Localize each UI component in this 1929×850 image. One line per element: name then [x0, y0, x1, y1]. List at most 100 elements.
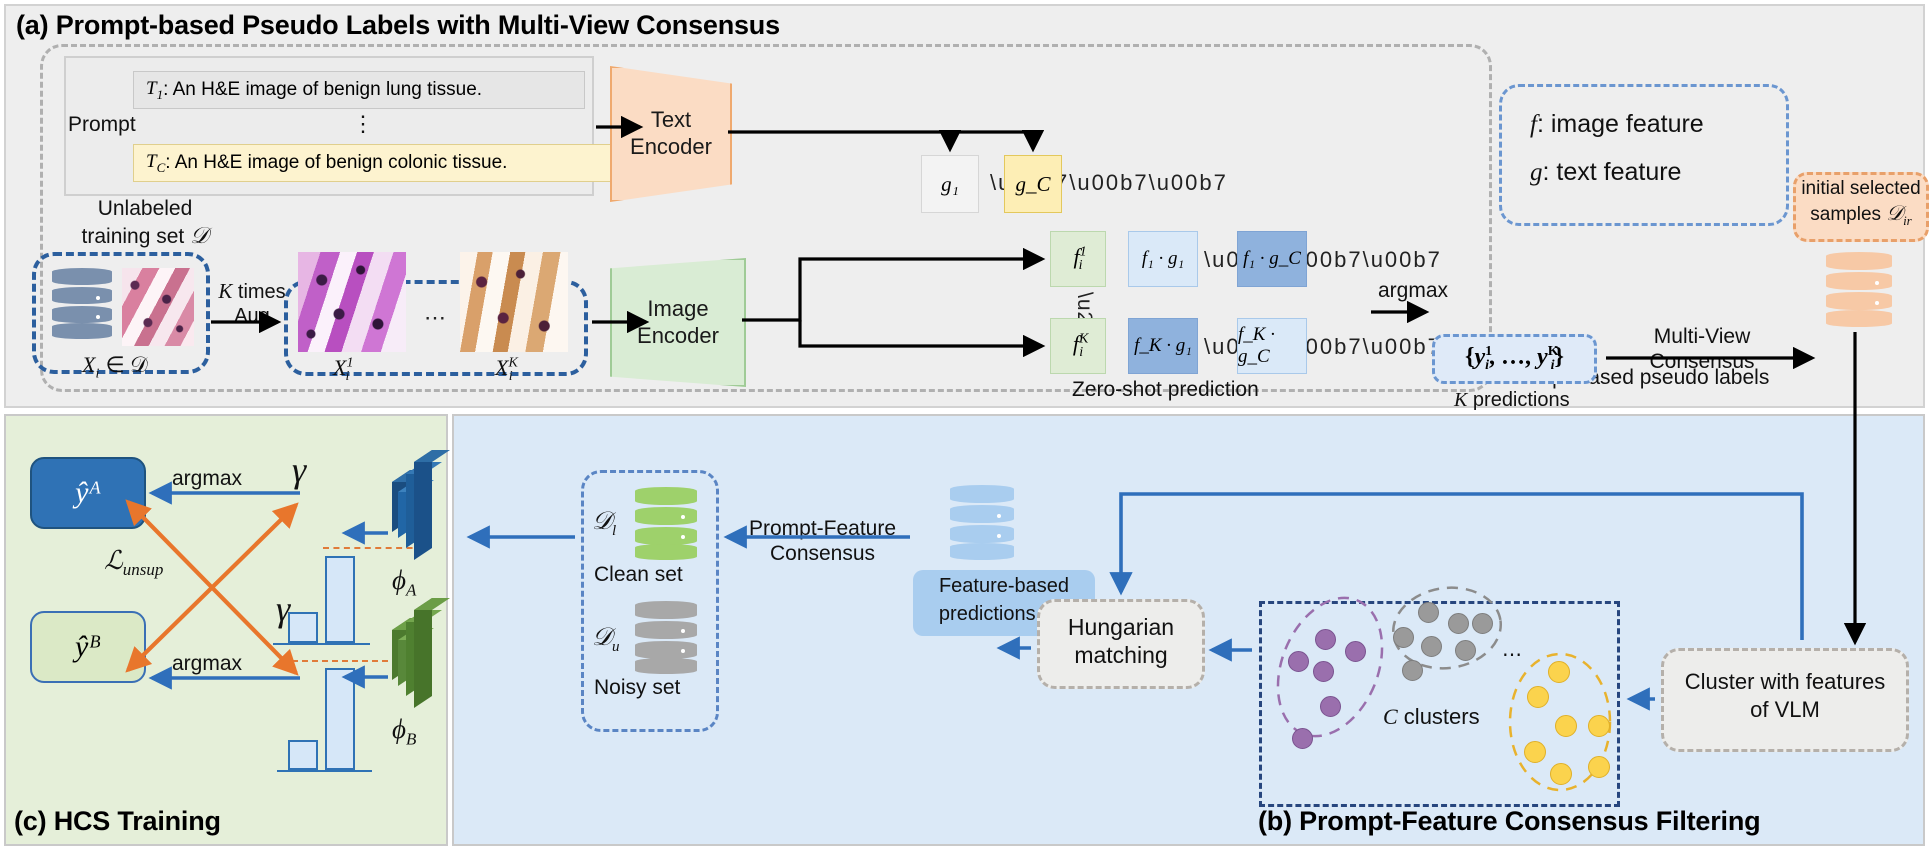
gamma-top-label: γ — [292, 450, 307, 490]
aug-label-line2: Aug — [234, 305, 270, 328]
prompt-label: Prompt — [68, 113, 136, 136]
figure-root: (a) Prompt-based Pseudo Labels with Mult… — [0, 0, 1929, 850]
sim-cell-1-1: f₁ · g₁ — [1128, 231, 1198, 287]
unlabeled-line1: Unlabeled — [97, 197, 193, 220]
noisy-symbol-char: 𝒟 — [592, 624, 612, 651]
panel-b-title: (b) Prompt-Feature Consensus Filtering — [1258, 806, 1761, 836]
prediction-yA-box[interactable]: ŷᴬ — [30, 457, 146, 529]
aug-caption-1: X1i — [333, 355, 353, 385]
legend-f-symbol: f — [1530, 111, 1537, 138]
prompt-row-c-symbol: TC — [146, 150, 166, 175]
consensus-line2: Consensus — [769, 542, 876, 566]
cluster-dot-yellow-3 — [1555, 715, 1577, 737]
prompt-row-1-symbol: T1 — [146, 77, 164, 102]
hungarian-line1: Hungarian — [1067, 614, 1175, 640]
dataset-caption-x: X — [82, 352, 96, 377]
feature-pred-line1: Feature-based — [938, 575, 1070, 597]
multiview-consensus-label: Multi-View Consensus — [1632, 325, 1772, 375]
loss-unsup-label: ℒunsup — [104, 546, 164, 580]
cluster-dot-gray-4 — [1393, 627, 1414, 648]
panel-c-title: (c) HCS Training — [14, 806, 221, 836]
aug-caption-k-sub: i — [508, 369, 513, 385]
prompt-row-1[interactable]: T1: An H&E image of benign lung tissue. — [133, 71, 585, 109]
unlabeled-symbol: 𝒟 — [190, 223, 209, 249]
initial-selected-label: initial selected samples 𝒟ir — [1793, 178, 1929, 228]
cluster-dot-purple-4 — [1288, 651, 1309, 672]
bar-B-class2 — [325, 668, 355, 770]
clean-symbol-sub: l — [611, 523, 617, 539]
prompt-feature-consensus-label: Prompt-Feature Consensus — [735, 516, 910, 566]
cluster-dot-purple-5 — [1320, 696, 1341, 717]
unlabeled-line2: training set — [81, 225, 185, 249]
cluster-dot-gray-5 — [1421, 636, 1442, 657]
cluster-dot-purple-1 — [1315, 629, 1336, 650]
legend-f-row: f: image feature — [1530, 110, 1704, 139]
clean-set-label: Clean set — [594, 563, 683, 586]
prompt-row-1-text: : An H&E image of benign lung tissue. — [163, 79, 483, 100]
image-encoder: Image Encoder — [610, 258, 746, 387]
clusters-dots: ⋯ — [1502, 644, 1522, 666]
histology-image-original — [122, 268, 194, 346]
prediction-yB-label: ŷᴮ — [75, 630, 101, 663]
clean-set-symbol: 𝒟l — [592, 508, 616, 540]
cluster-dot-gray-2 — [1448, 613, 1469, 634]
phi-B-label: ϕB — [392, 714, 417, 749]
cluster-vlm-label: Cluster with features of VLM — [1661, 668, 1909, 723]
prompt-row-c[interactable]: TC: An H&E image of benign colonic tissu… — [133, 144, 615, 182]
dataset-caption-in: ∈ 𝒟 — [105, 352, 148, 377]
consensus-line1: Prompt-Feature — [748, 517, 897, 540]
image-encoder-line1: Image — [647, 295, 709, 321]
predictions-caption: K K predictionspredictions — [1454, 389, 1570, 411]
aug-k: K — [218, 279, 233, 303]
legend-g-symbol: g — [1530, 159, 1543, 186]
multiview-line2: Consensus — [1649, 349, 1755, 373]
g-cell-c-label: g_C — [1015, 171, 1051, 196]
prompt-row-c-text: : An H&E image of benign colonic tissue. — [165, 152, 508, 173]
baseline-B — [277, 770, 372, 772]
cluster-vlm-line2: of VLM — [1750, 696, 1820, 722]
noisy-set-label: Noisy set — [594, 676, 681, 699]
text-encoder: Text Encoder — [610, 66, 732, 202]
g-cell-1: g₁ — [921, 155, 979, 213]
aug-caption-k: XKi — [495, 355, 518, 385]
legend-f-text: : image feature — [1536, 110, 1704, 138]
initial-selected-sub: ir — [1903, 212, 1912, 228]
f-cell-k-label: fKi — [1072, 330, 1089, 361]
aug-caption-1-sub: i — [345, 369, 350, 385]
database-icon-clean-set — [635, 487, 697, 561]
sim-cell-1-1-label: f₁ · g₁ — [1141, 248, 1185, 269]
cluster-dot-purple-2 — [1345, 641, 1366, 662]
multiview-line1: Multi-View — [1653, 325, 1751, 348]
initial-selected-line2: samples — [1810, 203, 1882, 225]
cluster-dot-yellow-7 — [1588, 756, 1610, 778]
cluster-vlm-line1: Cluster with features — [1684, 669, 1886, 694]
sim-cell-1-c: f₁ · g_C — [1237, 231, 1307, 287]
cluster-dot-yellow-1 — [1548, 661, 1570, 683]
aug-dots: ⋯ — [424, 305, 448, 330]
g-cell-1-label: g₁ — [941, 171, 959, 196]
unlabeled-set-caption: Unlabeled training set 𝒟 — [60, 196, 230, 251]
hungarian-matching-label: Hungarian matching — [1037, 613, 1205, 669]
argmax-label-top: argmax — [172, 467, 243, 490]
zero-shot-caption: Zero-shot prediction — [1072, 378, 1259, 401]
cluster-dot-yellow-6 — [1550, 763, 1572, 785]
dataset-caption: Xi ∈ 𝒟 — [82, 352, 148, 382]
prediction-yA-label: ŷᴬ — [75, 476, 101, 509]
prompt-vdots: ⋮ — [352, 111, 374, 136]
sim-cell-k-1: f_K · g₁ — [1128, 318, 1198, 374]
noisy-symbol-sub: u — [611, 639, 620, 655]
aug-caption-k-x: X — [495, 355, 509, 380]
text-encoder-line2: Encoder — [630, 134, 712, 159]
cluster-dot-yellow-2 — [1527, 686, 1549, 708]
argmax-label-a: argmax — [1378, 279, 1449, 302]
prediction-yB-box[interactable]: ŷᴮ — [30, 611, 146, 683]
initial-selected-line1: initial selected — [1801, 178, 1921, 199]
database-icon-unlabeled — [52, 268, 112, 340]
image-encoder-line2: Encoder — [637, 322, 719, 348]
clusters-caption: C clusters — [1383, 704, 1480, 730]
noisy-set-symbol: 𝒟u — [592, 624, 619, 656]
initial-selected-symbol: 𝒟 — [1886, 200, 1904, 225]
cluster-dot-purple-3 — [1313, 661, 1334, 682]
cluster-dot-gray-1 — [1418, 602, 1439, 623]
legend-box — [1499, 84, 1789, 226]
